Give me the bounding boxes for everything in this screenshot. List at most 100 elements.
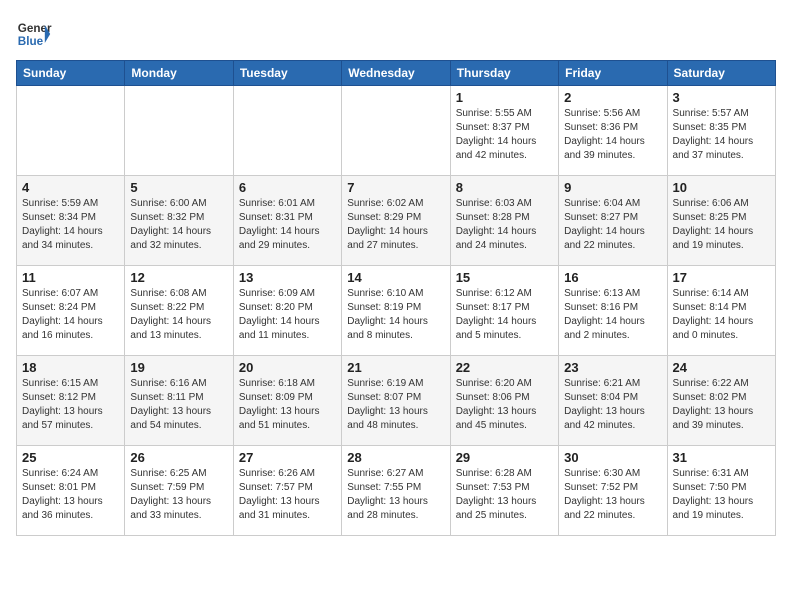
calendar-cell: 22Sunrise: 6:20 AM Sunset: 8:06 PM Dayli… xyxy=(450,356,558,446)
day-number: 17 xyxy=(673,270,770,285)
calendar-week-row: 4 Sunrise: 5:59 AM Sunset: 8:34 PM Daylig… xyxy=(17,176,776,266)
calendar-cell: 15 Sunrise: 6:12 AM Sunset: 8:17 PM Dayli… xyxy=(450,266,558,356)
calendar-header-row: SundayMondayTuesdayWednesdayThursdayFrid… xyxy=(17,61,776,86)
day-info: Sunrise: 6:00 AM Sunset: 8:32 PM Dayligh… xyxy=(130,197,227,253)
day-info: Sunrise: 5:59 AM Sunset: 8:34 PM Dayligh… xyxy=(22,197,119,253)
day-number: 21 xyxy=(347,360,444,375)
calendar-cell: 17 Sunrise: 6:14 AM Sunset: 8:14 PM Dayli… xyxy=(667,266,775,356)
day-info: Sunrise: 6:01 AM Sunset: 8:31 PM Dayligh… xyxy=(239,197,336,253)
calendar-cell: 12Sunrise: 6:08 AM Sunset: 8:22 PM Dayli… xyxy=(125,266,233,356)
day-number: 30 xyxy=(564,450,661,465)
day-info: Sunrise: 6:28 AM Sunset: 7:53 PM Dayligh… xyxy=(456,467,553,523)
day-number: 24 xyxy=(673,360,770,375)
weekday-header: Monday xyxy=(125,61,233,86)
calendar-cell: 9 Sunrise: 6:04 AM Sunset: 8:27 PM Daylig… xyxy=(559,176,667,266)
day-number: 27 xyxy=(239,450,336,465)
day-info: Sunrise: 6:19 AM Sunset: 8:07 PM Dayligh… xyxy=(347,377,444,433)
day-info: Sunrise: 6:26 AM Sunset: 7:57 PM Dayligh… xyxy=(239,467,336,523)
calendar-cell: 25 Sunrise: 6:24 AM Sunset: 8:01 PM Dayli… xyxy=(17,446,125,536)
calendar-table: SundayMondayTuesdayWednesdayThursdayFrid… xyxy=(16,60,776,536)
calendar-cell: 21 Sunrise: 6:19 AM Sunset: 8:07 PM Dayli… xyxy=(342,356,450,446)
day-number: 28 xyxy=(347,450,444,465)
calendar-cell: 1Sunrise: 5:55 AM Sunset: 8:37 PM Daylig… xyxy=(450,86,558,176)
day-number: 8 xyxy=(456,180,553,195)
calendar-cell: 14 Sunrise: 6:10 AM Sunset: 8:19 PM Dayli… xyxy=(342,266,450,356)
calendar-cell: 23 Sunrise: 6:21 AM Sunset: 8:04 PM Dayli… xyxy=(559,356,667,446)
day-number: 15 xyxy=(456,270,553,285)
day-number: 6 xyxy=(239,180,336,195)
day-number: 18 xyxy=(22,360,119,375)
calendar-cell: 11 Sunrise: 6:07 AM Sunset: 8:24 PM Dayli… xyxy=(17,266,125,356)
calendar-cell: 13 Sunrise: 6:09 AM Sunset: 8:20 PM Dayli… xyxy=(233,266,341,356)
day-info: Sunrise: 6:24 AM Sunset: 8:01 PM Dayligh… xyxy=(22,467,119,523)
day-number: 14 xyxy=(347,270,444,285)
calendar-week-row: 18Sunrise: 6:15 AM Sunset: 8:12 PM Dayli… xyxy=(17,356,776,446)
calendar-week-row: 11 Sunrise: 6:07 AM Sunset: 8:24 PM Dayli… xyxy=(17,266,776,356)
calendar-cell: 18Sunrise: 6:15 AM Sunset: 8:12 PM Dayli… xyxy=(17,356,125,446)
calendar-cell: 4 Sunrise: 5:59 AM Sunset: 8:34 PM Daylig… xyxy=(17,176,125,266)
logo: General Blue xyxy=(16,16,52,52)
day-info: Sunrise: 6:02 AM Sunset: 8:29 PM Dayligh… xyxy=(347,197,444,253)
calendar-cell xyxy=(342,86,450,176)
calendar-cell: 31 Sunrise: 6:31 AM Sunset: 7:50 PM Dayli… xyxy=(667,446,775,536)
svg-text:Blue: Blue xyxy=(18,35,44,48)
day-info: Sunrise: 6:10 AM Sunset: 8:19 PM Dayligh… xyxy=(347,287,444,343)
calendar-cell: 2Sunrise: 5:56 AM Sunset: 8:36 PM Daylig… xyxy=(559,86,667,176)
day-number: 1 xyxy=(456,90,553,105)
day-number: 20 xyxy=(239,360,336,375)
calendar-week-row: 25 Sunrise: 6:24 AM Sunset: 8:01 PM Dayli… xyxy=(17,446,776,536)
day-info: Sunrise: 6:12 AM Sunset: 8:17 PM Dayligh… xyxy=(456,287,553,343)
day-number: 25 xyxy=(22,450,119,465)
day-number: 13 xyxy=(239,270,336,285)
weekday-header: Sunday xyxy=(17,61,125,86)
calendar-cell: 26Sunrise: 6:25 AM Sunset: 7:59 PM Dayli… xyxy=(125,446,233,536)
calendar-cell: 20Sunrise: 6:18 AM Sunset: 8:09 PM Dayli… xyxy=(233,356,341,446)
day-info: Sunrise: 6:21 AM Sunset: 8:04 PM Dayligh… xyxy=(564,377,661,433)
calendar-cell xyxy=(17,86,125,176)
logo-icon: General Blue xyxy=(16,16,52,52)
weekday-header: Saturday xyxy=(667,61,775,86)
weekday-header: Tuesday xyxy=(233,61,341,86)
calendar-cell xyxy=(125,86,233,176)
day-info: Sunrise: 6:22 AM Sunset: 8:02 PM Dayligh… xyxy=(673,377,770,433)
day-number: 9 xyxy=(564,180,661,195)
day-info: Sunrise: 6:31 AM Sunset: 7:50 PM Dayligh… xyxy=(673,467,770,523)
day-info: Sunrise: 6:16 AM Sunset: 8:11 PM Dayligh… xyxy=(130,377,227,433)
day-number: 7 xyxy=(347,180,444,195)
calendar-week-row: 1Sunrise: 5:55 AM Sunset: 8:37 PM Daylig… xyxy=(17,86,776,176)
day-info: Sunrise: 6:09 AM Sunset: 8:20 PM Dayligh… xyxy=(239,287,336,343)
calendar-cell: 24 Sunrise: 6:22 AM Sunset: 8:02 PM Dayli… xyxy=(667,356,775,446)
day-info: Sunrise: 5:57 AM Sunset: 8:35 PM Dayligh… xyxy=(673,107,770,163)
day-info: Sunrise: 6:04 AM Sunset: 8:27 PM Dayligh… xyxy=(564,197,661,253)
calendar-cell: 30Sunrise: 6:30 AM Sunset: 7:52 PM Dayli… xyxy=(559,446,667,536)
weekday-header: Friday xyxy=(559,61,667,86)
day-number: 29 xyxy=(456,450,553,465)
day-number: 26 xyxy=(130,450,227,465)
page-header: General Blue xyxy=(16,16,776,52)
day-number: 19 xyxy=(130,360,227,375)
day-number: 16 xyxy=(564,270,661,285)
calendar-cell: 5 Sunrise: 6:00 AM Sunset: 8:32 PM Daylig… xyxy=(125,176,233,266)
day-number: 10 xyxy=(673,180,770,195)
day-number: 4 xyxy=(22,180,119,195)
calendar-cell: 27 Sunrise: 6:26 AM Sunset: 7:57 PM Dayli… xyxy=(233,446,341,536)
day-number: 31 xyxy=(673,450,770,465)
calendar-cell: 6 Sunrise: 6:01 AM Sunset: 8:31 PM Daylig… xyxy=(233,176,341,266)
day-info: Sunrise: 6:27 AM Sunset: 7:55 PM Dayligh… xyxy=(347,467,444,523)
day-info: Sunrise: 6:07 AM Sunset: 8:24 PM Dayligh… xyxy=(22,287,119,343)
day-number: 23 xyxy=(564,360,661,375)
day-info: Sunrise: 5:56 AM Sunset: 8:36 PM Dayligh… xyxy=(564,107,661,163)
calendar-cell: 28 Sunrise: 6:27 AM Sunset: 7:55 PM Dayli… xyxy=(342,446,450,536)
calendar-cell: 8Sunrise: 6:03 AM Sunset: 8:28 PM Daylig… xyxy=(450,176,558,266)
day-number: 11 xyxy=(22,270,119,285)
calendar-cell: 3 Sunrise: 5:57 AM Sunset: 8:35 PM Daylig… xyxy=(667,86,775,176)
weekday-header: Thursday xyxy=(450,61,558,86)
calendar-cell xyxy=(233,86,341,176)
day-number: 5 xyxy=(130,180,227,195)
day-info: Sunrise: 6:13 AM Sunset: 8:16 PM Dayligh… xyxy=(564,287,661,343)
weekday-header: Wednesday xyxy=(342,61,450,86)
day-number: 3 xyxy=(673,90,770,105)
calendar-cell: 29 Sunrise: 6:28 AM Sunset: 7:53 PM Dayli… xyxy=(450,446,558,536)
day-info: Sunrise: 6:14 AM Sunset: 8:14 PM Dayligh… xyxy=(673,287,770,343)
calendar-cell: 10Sunrise: 6:06 AM Sunset: 8:25 PM Dayli… xyxy=(667,176,775,266)
